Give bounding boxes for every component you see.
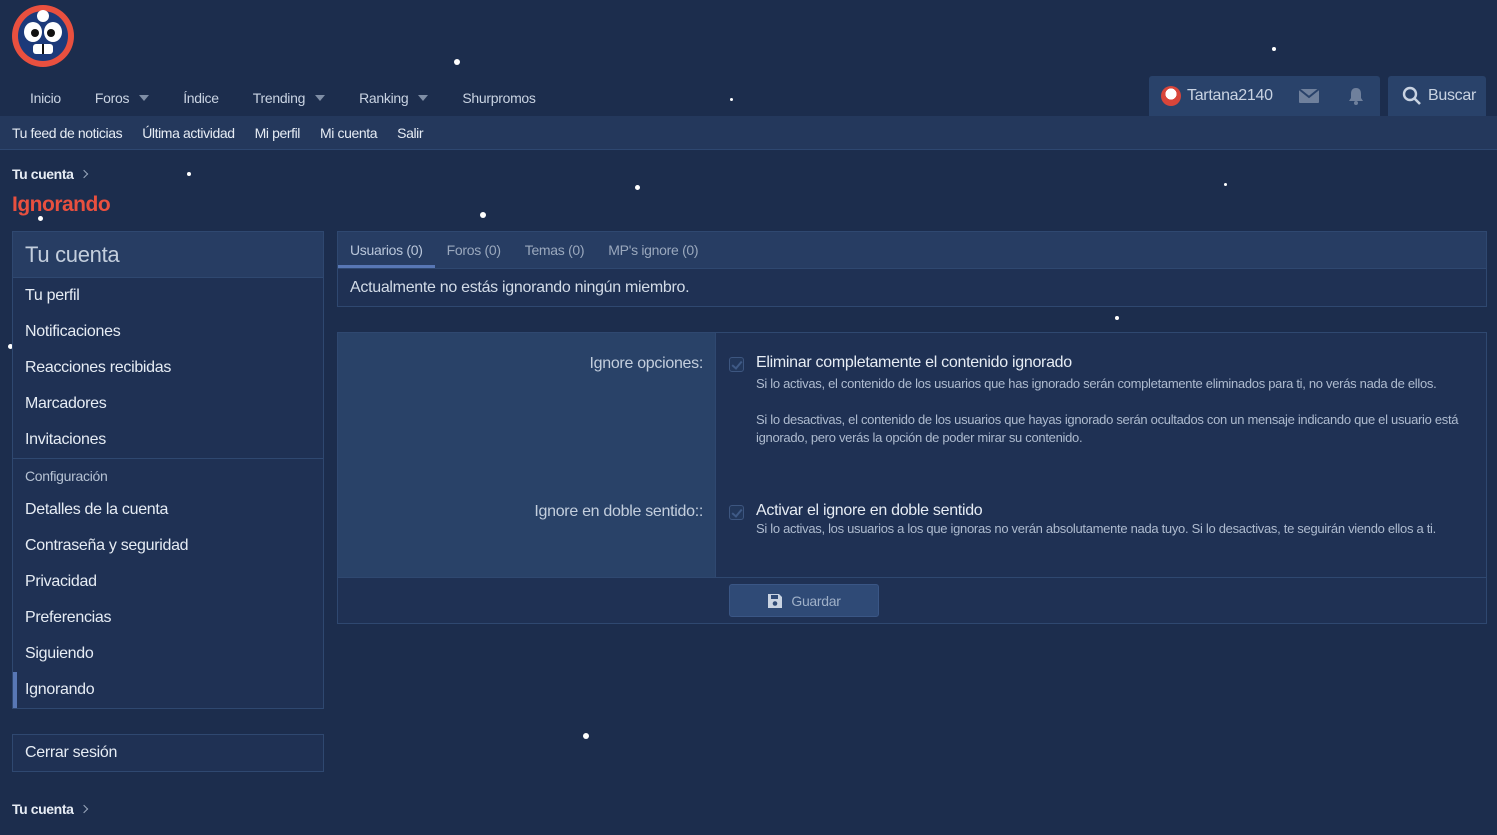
breadcrumb-link[interactable]: Tu cuenta: [12, 166, 74, 182]
form-label-column: Ignore opciones: Ignore en doble sentido…: [338, 333, 716, 577]
breadcrumb: Tu cuenta: [12, 166, 89, 182]
option-double-ignore: Activar el ignore en doble sentido Si lo…: [729, 502, 1469, 538]
nav-shurpromos[interactable]: Shurpromos: [440, 80, 547, 116]
ignore-options-label: Ignore opciones:: [589, 355, 703, 372]
sidebar-item-following[interactable]: Siguiendo: [13, 636, 323, 672]
sidebar-title: Tu cuenta: [13, 232, 323, 278]
nav-label: Shurpromos: [462, 90, 536, 106]
chevron-down-icon[interactable]: [315, 95, 326, 101]
nav-label: Índice: [183, 90, 219, 106]
option-hint: Si lo activas, el contenido de los usuar…: [756, 376, 1437, 391]
tab-threads[interactable]: Temas (0): [513, 232, 597, 268]
bell-icon[interactable]: [1347, 87, 1365, 105]
sidebar-item-notifications[interactable]: Notificaciones: [13, 314, 323, 350]
nav-label: Foros: [94, 90, 130, 106]
subnav-my-profile[interactable]: Mi perfil: [243, 125, 308, 141]
snow-dot: [730, 98, 733, 101]
snow-dot: [187, 172, 191, 176]
snow-dot: [1224, 183, 1227, 186]
save-label: Guardar: [791, 592, 841, 609]
nav-label: Ranking: [359, 90, 409, 106]
nav-inicio[interactable]: Inicio: [0, 80, 73, 116]
sidebar-item-invitations[interactable]: Invitaciones: [13, 422, 323, 458]
logout-button[interactable]: Cerrar sesión: [12, 734, 324, 772]
form-footer: Guardar: [338, 577, 1486, 623]
option-hint: Si lo desactivas, el contenido de los us…: [756, 412, 1459, 445]
tab-forums[interactable]: Foros (0): [435, 232, 513, 268]
chevron-right-icon: [80, 804, 89, 814]
search-button[interactable]: Buscar: [1388, 76, 1486, 116]
sidebar-item-account-details[interactable]: Detalles de la cuenta: [13, 492, 323, 528]
sidebar-item-profile[interactable]: Tu perfil: [13, 278, 323, 314]
snow-dot: [480, 212, 486, 218]
chevron-right-icon: [80, 169, 89, 179]
nav-ranking[interactable]: Ranking: [337, 80, 440, 116]
chevron-down-icon[interactable]: [139, 95, 150, 101]
sidebar-item-reactions[interactable]: Reacciones recibidas: [13, 350, 323, 386]
sidebar-item-privacy[interactable]: Privacidad: [13, 564, 323, 600]
nav-foros[interactable]: Foros: [73, 80, 161, 116]
snow-dot: [1272, 47, 1276, 51]
username-link[interactable]: Tartana2140: [1187, 87, 1273, 105]
ignore-options-form: Ignore opciones: Ignore en doble sentido…: [337, 332, 1487, 624]
snow-dot: [1115, 316, 1119, 320]
sidebar-item-password-security[interactable]: Contraseña y seguridad: [13, 528, 323, 564]
sidebar-item-ignoring[interactable]: Ignorando: [13, 672, 323, 708]
mail-icon[interactable]: [1298, 89, 1319, 103]
account-sidebar: Tu cuenta Tu perfil Notificaciones Reacc…: [12, 231, 324, 709]
nav-trending[interactable]: Trending: [231, 80, 337, 116]
save-icon: [768, 593, 783, 608]
chevron-down-icon[interactable]: [418, 95, 429, 101]
user-menu: Tartana2140: [1149, 76, 1380, 116]
option-hint: Si lo activas, los usuarios a los que ig…: [756, 521, 1436, 536]
tab-users[interactable]: Usuarios (0): [338, 232, 435, 268]
breadcrumb-bottom: Tu cuenta: [12, 801, 89, 817]
tab-pm-ignore[interactable]: MP's ignore (0): [596, 232, 710, 268]
nav-label: Trending: [252, 90, 306, 106]
remove-ignored-checkbox[interactable]: [729, 357, 744, 372]
double-ignore-checkbox[interactable]: [729, 505, 744, 520]
tab-message: Actualmente no estás ignorando ningún mi…: [337, 269, 1487, 307]
sidebar-section-label: Configuración: [13, 458, 323, 492]
subnav-logout[interactable]: Salir: [385, 125, 431, 141]
avatar[interactable]: [1161, 86, 1181, 106]
nav-indice[interactable]: Índice: [161, 80, 231, 116]
main-nav: Inicio Foros Índice Trending Ranking Shu…: [0, 80, 548, 116]
option-title[interactable]: Eliminar completamente el contenido igno…: [756, 354, 1469, 372]
sub-nav: Tu feed de noticias Última actividad Mi …: [0, 116, 1497, 150]
subnav-latest-activity[interactable]: Última actividad: [130, 125, 242, 141]
snow-dot: [454, 59, 460, 65]
nav-label: Inicio: [30, 90, 61, 106]
save-button[interactable]: Guardar: [729, 584, 879, 617]
sidebar-item-bookmarks[interactable]: Marcadores: [13, 386, 323, 422]
page-title: Ignorando: [12, 193, 111, 216]
option-title[interactable]: Activar el ignore en doble sentido: [756, 502, 1469, 520]
clown-logo[interactable]: [11, 4, 75, 68]
sidebar-item-preferences[interactable]: Preferencias: [13, 600, 323, 636]
double-ignore-label: Ignore en doble sentido::: [534, 503, 703, 520]
search-label: Buscar: [1428, 87, 1476, 104]
breadcrumb-link[interactable]: Tu cuenta: [12, 801, 74, 817]
search-icon: [1402, 86, 1421, 105]
snow-dot: [635, 185, 640, 190]
snow-dot: [583, 733, 589, 739]
ignore-tabs: Usuarios (0) Foros (0) Temas (0) MP's ig…: [337, 231, 1487, 269]
option-remove-ignored: Eliminar completamente el contenido igno…: [729, 354, 1469, 447]
subnav-my-account[interactable]: Mi cuenta: [308, 125, 385, 141]
subnav-feed[interactable]: Tu feed de noticias: [0, 125, 130, 141]
